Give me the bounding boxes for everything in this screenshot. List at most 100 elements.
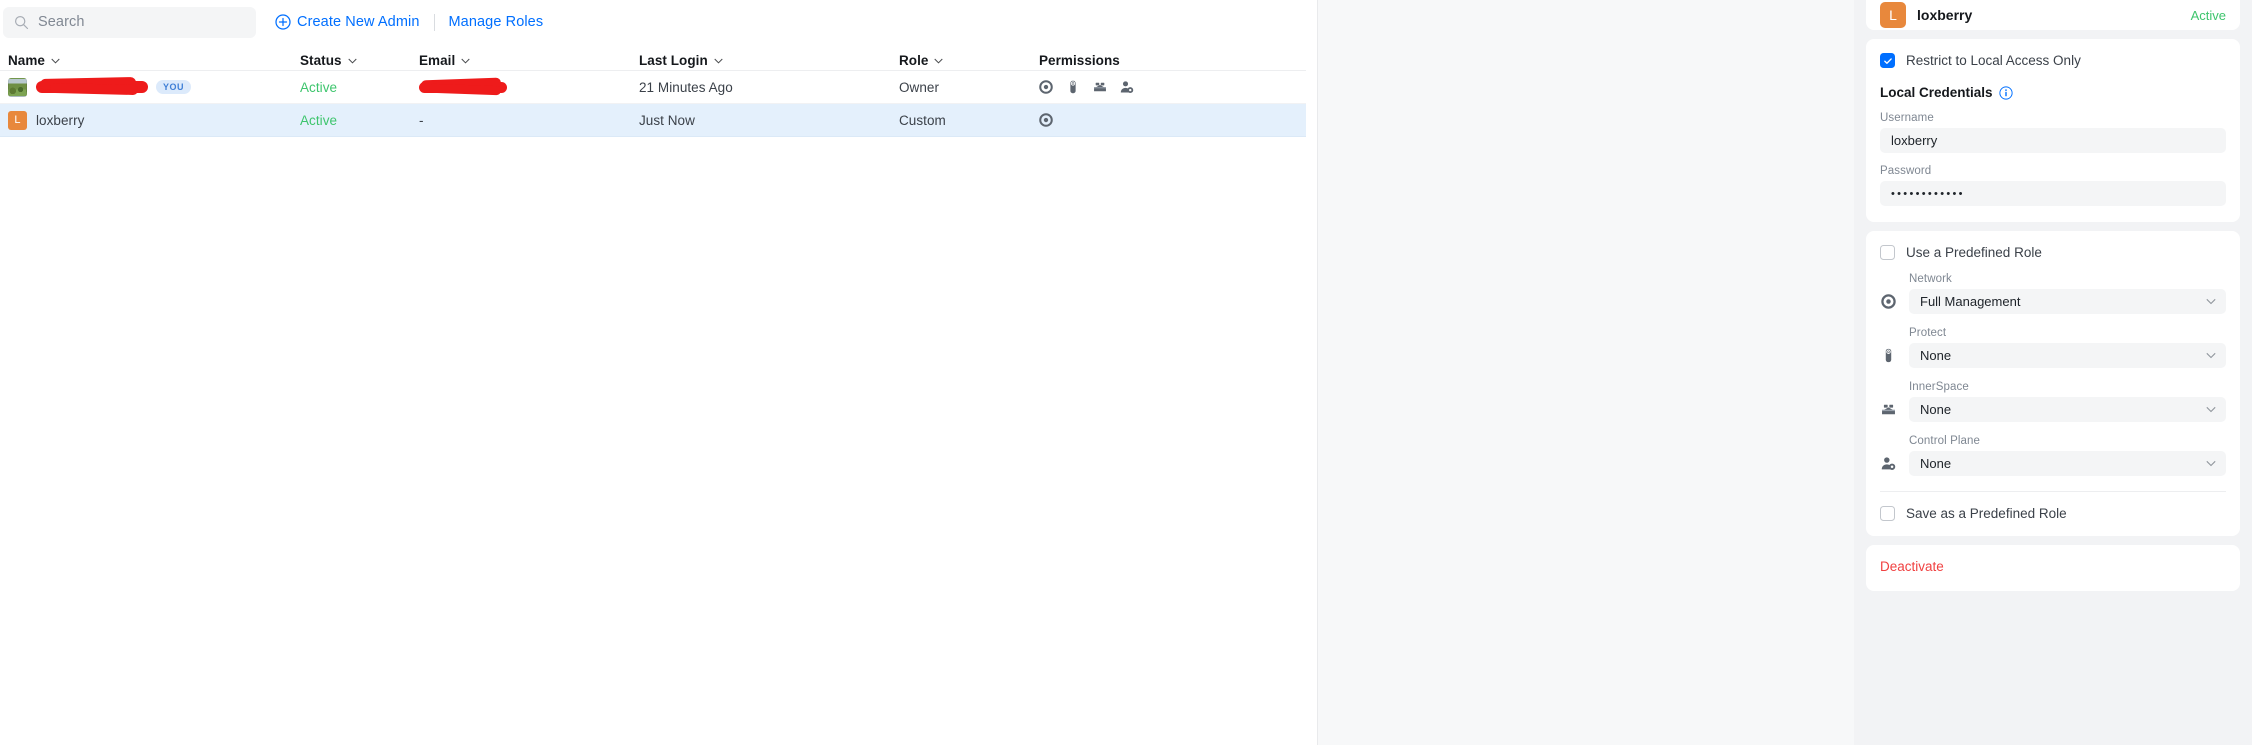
panel-admin-name: loxberry [1917, 7, 1973, 23]
network-icon [1039, 80, 1053, 94]
table-header-row: Name Status Email Last Login Role Permis… [0, 44, 1306, 71]
protect-label: Protect [1909, 327, 1947, 339]
status-badge: Active [300, 112, 338, 128]
column-header-role[interactable]: Role [899, 53, 1039, 68]
column-label-role: Role [899, 53, 929, 68]
permission-icon-list [1039, 113, 1053, 127]
local-credentials-title: Local Credentials [1880, 85, 2226, 100]
permission-row-protect: Protect None [1880, 327, 2226, 368]
control-plane-select[interactable]: None [1909, 451, 2226, 476]
admin-detail-panel: L loxberry Active Restrict to Local Acce… [1854, 0, 2252, 745]
chevron-down-icon [2206, 406, 2216, 413]
username-label: Username [1880, 112, 1934, 124]
table-row[interactable]: YOU Active 21 Minutes Ago Owner [0, 71, 1306, 104]
protect-icon [1880, 347, 1896, 363]
info-icon[interactable] [1998, 85, 2013, 100]
innerspace-label: InnerSpace [1909, 381, 1969, 393]
create-new-admin-button[interactable]: Create New Admin [275, 14, 420, 30]
save-predefined-role-checkbox[interactable] [1880, 506, 1895, 521]
chevron-down-icon [347, 58, 357, 64]
chevron-down-icon [51, 58, 60, 64]
use-predefined-role-row[interactable]: Use a Predefined Role [1880, 245, 2226, 260]
deactivate-button[interactable]: Deactivate [1880, 559, 1944, 574]
permission-row-control-plane: Control Plane None [1880, 435, 2226, 476]
control-plane-select-value: None [1920, 456, 1952, 471]
column-label-email: Email [419, 53, 456, 68]
innerspace-field-group: InnerSpace None [1909, 381, 2226, 422]
admins-main-content: Search Create New Admin Manage Roles Nam… [0, 0, 1318, 745]
chevron-down-icon [934, 58, 944, 64]
cell-status: Active [300, 113, 419, 128]
control-plane-icon [1880, 455, 1896, 471]
manage-roles-button[interactable]: Manage Roles [449, 14, 544, 30]
use-predefined-role-checkbox[interactable] [1880, 245, 1895, 260]
chevron-down-icon [461, 58, 470, 64]
search-icon [14, 15, 29, 29]
innerspace-select-value: None [1920, 402, 1952, 417]
column-label-last-login: Last Login [639, 53, 708, 68]
protect-select[interactable]: None [1909, 343, 2226, 368]
permission-row-innerspace: InnerSpace None [1880, 381, 2226, 422]
permission-icon-list [1039, 80, 1134, 94]
use-predefined-role-label: Use a Predefined Role [1906, 245, 2042, 260]
status-badge: Active [300, 79, 338, 95]
content-gap [1318, 0, 1854, 745]
column-header-permissions: Permissions [1039, 53, 1279, 68]
you-badge: YOU [156, 80, 192, 94]
password-input[interactable]: •••••••••••• [1880, 181, 2226, 206]
cell-permissions [1039, 113, 1279, 127]
admins-toolbar: Search Create New Admin Manage Roles [0, 0, 1317, 44]
manage-roles-label: Manage Roles [448, 14, 544, 30]
column-header-name[interactable]: Name [0, 53, 300, 68]
network-select-value: Full Management [1920, 294, 2021, 309]
chevron-down-icon [2206, 460, 2216, 467]
password-field-group: Password •••••••••••• [1880, 165, 2226, 206]
restrict-local-access-row[interactable]: Restrict to Local Access Only [1880, 53, 2226, 68]
protect-icon [1070, 80, 1076, 94]
column-header-status[interactable]: Status [300, 53, 419, 68]
cell-email: - [419, 112, 424, 128]
network-label: Network [1909, 273, 1952, 285]
username-field-group: Username loxberry [1880, 112, 2226, 153]
chevron-down-icon [2206, 352, 2216, 359]
column-header-last-login[interactable]: Last Login [639, 53, 899, 68]
cell-status: Active [300, 80, 419, 95]
innerspace-icon [1094, 82, 1106, 92]
chevron-down-icon [2206, 298, 2216, 305]
local-credentials-card: Restrict to Local Access Only Local Cred… [1866, 39, 2240, 222]
cell-email [419, 81, 639, 93]
cell-last-login: 21 Minutes Ago [639, 79, 733, 95]
column-label-status: Status [300, 53, 342, 68]
redacted-email [419, 81, 507, 93]
checkmark-icon [1883, 57, 1892, 64]
save-predefined-role-label: Save as a Predefined Role [1906, 506, 2067, 521]
restrict-local-access-checkbox[interactable] [1880, 53, 1895, 68]
avatar: L [8, 110, 27, 130]
protect-select-value: None [1920, 348, 1952, 363]
save-predefined-role-row[interactable]: Save as a Predefined Role [1880, 506, 2226, 521]
control-plane-field-group: Control Plane None [1909, 435, 2226, 476]
protect-field-group: Protect None [1909, 327, 2226, 368]
toolbar-actions: Create New Admin Manage Roles [275, 13, 544, 31]
username-input[interactable]: loxberry [1880, 128, 2226, 153]
table-row[interactable]: L loxberry Active - Just Now Custom [0, 104, 1306, 137]
cell-permissions [1039, 80, 1279, 94]
panel-header-card: L loxberry Active [1866, 0, 2240, 30]
network-icon [1880, 293, 1896, 309]
admins-table: Name Status Email Last Login Role Permis… [0, 44, 1306, 137]
name-text: loxberry [36, 112, 85, 128]
permission-row-network: Network Full Management [1880, 273, 2226, 314]
innerspace-select[interactable]: None [1909, 397, 2226, 422]
search-input[interactable]: Search [3, 6, 256, 38]
network-select[interactable]: Full Management [1909, 289, 2226, 314]
column-header-email[interactable]: Email [419, 53, 639, 68]
control-plane-icon [1120, 81, 1134, 94]
divider [1880, 491, 2226, 492]
avatar [8, 77, 27, 97]
create-new-admin-label: Create New Admin [297, 14, 420, 30]
admins-page: Search Create New Admin Manage Roles Nam… [0, 0, 2252, 745]
password-label: Password [1880, 165, 1932, 177]
cell-name: YOU [0, 77, 300, 97]
role-permissions-card: Use a Predefined Role Network Full Manag… [1866, 231, 2240, 536]
chevron-down-icon [714, 58, 723, 64]
